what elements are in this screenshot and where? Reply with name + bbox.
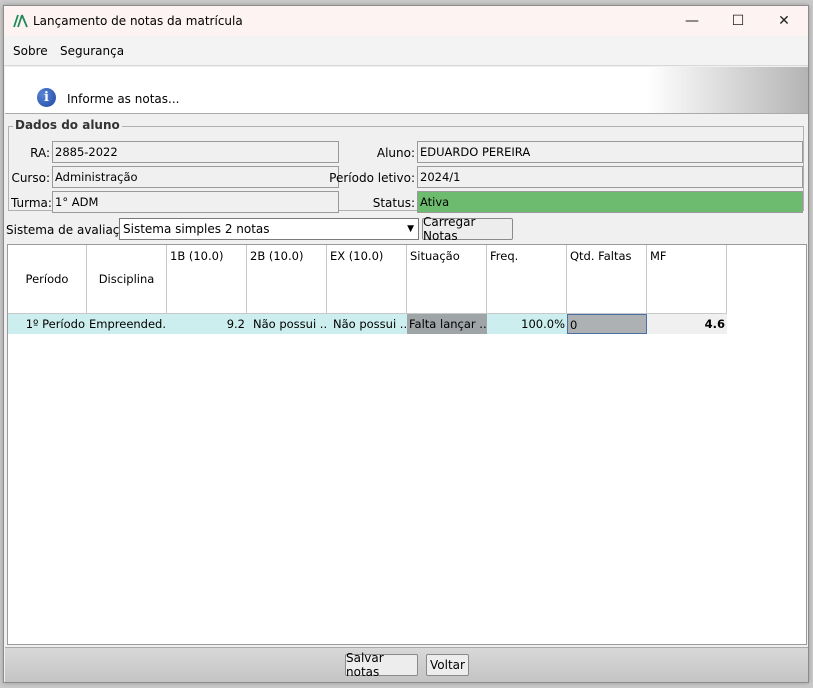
- status-field[interactable]: Ativa: [417, 191, 803, 213]
- menu-bar: Sobre Segurança: [4, 36, 808, 66]
- salvar-notas-button[interactable]: Salvar notas: [345, 651, 418, 679]
- close-button[interactable]: ✕: [761, 6, 807, 36]
- col-disciplina[interactable]: Disciplina: [87, 245, 167, 314]
- footer-bar: Salvar notas Voltar: [5, 647, 808, 682]
- col-qtd-faltas[interactable]: Qtd. Faltas: [567, 245, 647, 314]
- col-mf[interactable]: MF: [647, 245, 727, 314]
- cell-1b[interactable]: 9.2: [167, 314, 247, 334]
- cell-ex[interactable]: Não possui ...: [327, 314, 407, 334]
- cell-qtd-faltas[interactable]: 0: [567, 314, 647, 334]
- info-message: Informe as notas...: [67, 92, 180, 106]
- col-1b[interactable]: 1B (10.0): [167, 245, 247, 314]
- window-title: Lançamento de notas da matrícula: [33, 14, 243, 28]
- title-bar[interactable]: Lançamento de notas da matrícula — ☐ ✕: [4, 6, 808, 36]
- main-window: Lançamento de notas da matrícula — ☐ ✕ S…: [3, 5, 809, 683]
- turma-label: Turma:: [11, 196, 52, 210]
- status-label: Status:: [372, 196, 415, 210]
- curso-field[interactable]: Administração: [52, 166, 339, 188]
- periodo-letivo-field[interactable]: 2024/1: [417, 166, 803, 188]
- carregar-notas-button[interactable]: Carregar Notas: [422, 215, 513, 243]
- grades-table: Período Disciplina 1B (10.0) 2B (10.0) E…: [7, 244, 807, 645]
- app-logo-icon: [13, 14, 28, 28]
- maximize-button[interactable]: ☐: [715, 6, 761, 36]
- group-legend: Dados do aluno: [13, 118, 122, 132]
- sistema-avaliacao-value: Sistema simples 2 notas: [123, 222, 270, 236]
- col-situacao[interactable]: Situação: [407, 245, 487, 314]
- dropdown-arrow-icon: ▼: [407, 224, 414, 234]
- sistema-avaliacao-select[interactable]: Sistema simples 2 notas ▼: [119, 218, 419, 240]
- turma-field[interactable]: 1° ADM: [52, 191, 339, 213]
- ra-label: RA:: [30, 146, 50, 160]
- cell-mf[interactable]: 4.6: [647, 314, 727, 334]
- minimize-button[interactable]: —: [669, 6, 715, 36]
- menu-seguranca[interactable]: Segurança: [60, 44, 124, 58]
- aluno-field[interactable]: EDUARDO PEREIRA: [417, 141, 803, 163]
- menu-sobre[interactable]: Sobre: [13, 44, 48, 58]
- info-banner: i Informe as notas...: [5, 67, 808, 114]
- col-periodo[interactable]: Período: [8, 245, 87, 314]
- col-2b[interactable]: 2B (10.0): [247, 245, 327, 314]
- aluno-label: Aluno:: [376, 146, 415, 160]
- cell-situacao[interactable]: Falta lançar ...: [407, 314, 487, 334]
- cell-freq[interactable]: 100.0%: [487, 314, 567, 334]
- cell-periodo[interactable]: 1º Período: [8, 314, 87, 334]
- col-ex[interactable]: EX (10.0): [327, 245, 407, 314]
- cell-2b[interactable]: Não possui ...: [247, 314, 327, 334]
- ra-field[interactable]: 2885-2022: [52, 141, 339, 163]
- curso-label: Curso:: [11, 171, 50, 185]
- info-icon: i: [37, 88, 56, 107]
- student-data-group: Dados do aluno RA: 2885-2022 Curso: Admi…: [8, 118, 804, 213]
- col-freq[interactable]: Freq.: [487, 245, 567, 314]
- periodo-letivo-label: Período letivo:: [329, 171, 415, 185]
- cell-disciplina[interactable]: Empreended...: [87, 314, 167, 334]
- voltar-button[interactable]: Voltar: [426, 654, 469, 676]
